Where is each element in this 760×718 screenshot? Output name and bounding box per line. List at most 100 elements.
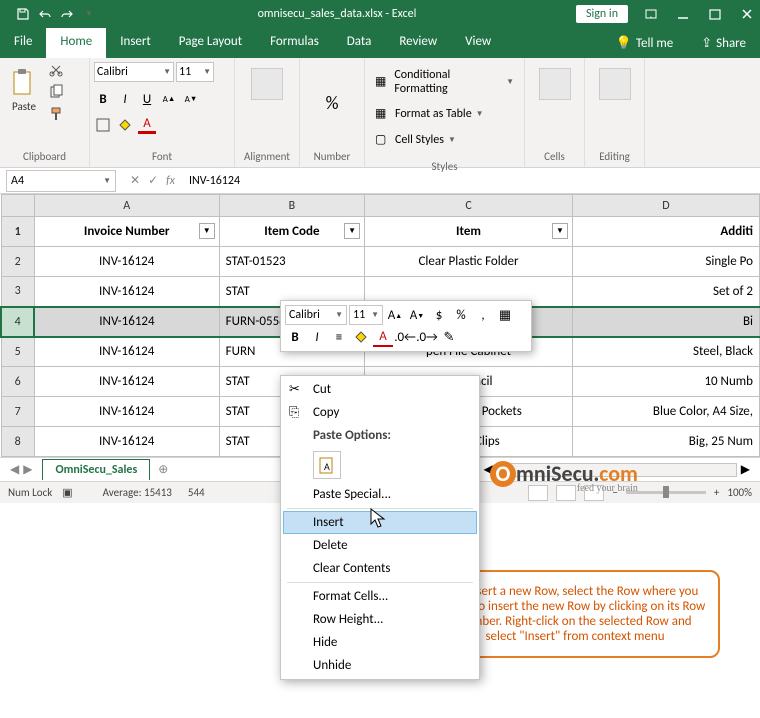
paste-option-button[interactable]: A	[313, 451, 341, 479]
cm-row-height[interactable]: Row Height...	[283, 608, 477, 631]
editing-icon[interactable]	[599, 68, 631, 100]
row-header-1[interactable]: 1	[1, 217, 34, 247]
tab-tell-me[interactable]: 💡Tell me	[602, 30, 688, 57]
maximize-icon[interactable]	[706, 5, 724, 23]
cell[interactable]: INV-16124	[34, 337, 219, 367]
row-header-selected[interactable]: 4	[1, 307, 34, 337]
fill-color-button[interactable]	[116, 116, 134, 134]
italic-button[interactable]: I	[116, 90, 134, 108]
header-cell[interactable]: Item Code▼	[219, 217, 364, 247]
mini-dec-decimal-icon[interactable]: .0→	[417, 327, 437, 347]
mini-inc-decimal-icon[interactable]: .0←	[395, 327, 415, 347]
row-header[interactable]: 3	[1, 277, 34, 307]
cm-delete[interactable]: Delete	[283, 534, 477, 557]
header-cell[interactable]: Item▼	[365, 217, 573, 247]
filter-arrow-icon[interactable]: ▼	[199, 223, 215, 239]
tab-formulas[interactable]: Formulas	[256, 28, 333, 58]
qat-customize-icon[interactable]: ▼	[80, 5, 98, 23]
mini-borders-icon[interactable]: ▦	[495, 305, 515, 325]
minimize-icon[interactable]	[674, 5, 692, 23]
mini-grow-font-icon[interactable]: A▲	[385, 305, 405, 325]
row-header[interactable]: 7	[1, 397, 34, 427]
cell[interactable]: Single Po	[572, 247, 759, 277]
cell[interactable]: Bi	[572, 307, 759, 337]
font-color-button[interactable]: A	[138, 116, 156, 134]
tab-page-layout[interactable]: Page Layout	[165, 28, 256, 58]
mini-align-center-icon[interactable]: ≡	[329, 327, 349, 347]
cell[interactable]: INV-16124	[34, 277, 219, 307]
signin-button[interactable]: Sign in	[576, 5, 628, 23]
fx-icon[interactable]: fx	[166, 174, 175, 188]
cancel-formula-icon[interactable]: ✕	[130, 173, 140, 188]
tab-share[interactable]: ⇪Share	[687, 30, 760, 57]
font-size-combo[interactable]: 11▼	[176, 62, 214, 82]
cm-insert[interactable]: Insert	[283, 511, 477, 534]
cell-styles-button[interactable]: ▢Cell Styles▼	[371, 130, 518, 150]
cell[interactable]: Steel, Black	[572, 337, 759, 367]
cell[interactable]: 10 Numb	[572, 367, 759, 397]
cell[interactable]: INV-16124	[34, 427, 219, 457]
tab-insert[interactable]: Insert	[106, 28, 165, 58]
mini-font-combo[interactable]: Calibri▼	[285, 305, 347, 325]
sheet-nav-next-icon[interactable]: ▶	[23, 462, 32, 477]
sheet-tab-active[interactable]: OmniSecu_Sales	[42, 459, 150, 480]
cell[interactable]: Big, 25 Num	[572, 427, 759, 457]
paste-button[interactable]: Paste	[4, 62, 44, 117]
column-header-a[interactable]: A	[34, 195, 219, 217]
sheet-nav-prev-icon[interactable]: ◀	[10, 462, 19, 477]
name-box[interactable]: A4▼	[6, 170, 116, 192]
enter-formula-icon[interactable]: ✓	[148, 173, 158, 188]
close-icon[interactable]	[738, 5, 756, 23]
formula-input[interactable]: INV-16124	[183, 174, 760, 188]
mini-format-painter-icon[interactable]: ✎	[439, 327, 459, 347]
cell[interactable]: INV-16124	[34, 367, 219, 397]
mini-shrink-font-icon[interactable]: A▼	[407, 305, 427, 325]
row-header[interactable]: 6	[1, 367, 34, 397]
row-header[interactable]: 8	[1, 427, 34, 457]
cell[interactable]: Clear Plastic Folder	[365, 247, 573, 277]
cm-copy[interactable]: ⎘Copy	[283, 401, 477, 424]
shrink-font-button[interactable]: A▼	[182, 90, 200, 108]
cell[interactable]: INV-16124	[34, 247, 219, 277]
conditional-formatting-button[interactable]: ▦Conditional Formatting▼	[371, 66, 518, 98]
cell[interactable]: INV-16124	[34, 397, 219, 427]
zoom-level[interactable]: 100%	[727, 486, 752, 499]
font-name-combo[interactable]: Calibri▼	[94, 62, 174, 82]
format-as-table-button[interactable]: ▦Format as Table▼	[371, 104, 518, 124]
cut-icon[interactable]	[48, 62, 64, 78]
format-painter-icon[interactable]	[48, 106, 64, 122]
header-cell[interactable]: Additi	[572, 217, 759, 247]
copy-icon[interactable]	[48, 84, 64, 100]
cm-clear-contents[interactable]: Clear Contents	[283, 557, 477, 580]
mini-fill-color-icon[interactable]	[351, 327, 371, 347]
header-cell[interactable]: Invoice Number▼	[34, 217, 219, 247]
column-header-c[interactable]: C	[365, 195, 573, 217]
cm-paste-special[interactable]: Paste Special...	[283, 483, 477, 506]
ribbon-options-icon[interactable]	[642, 5, 660, 23]
cm-format-cells[interactable]: Format Cells...	[283, 585, 477, 608]
tab-file[interactable]: File	[0, 28, 46, 58]
row-header[interactable]: 2	[1, 247, 34, 277]
zoom-slider[interactable]	[626, 491, 706, 494]
redo-icon[interactable]	[58, 5, 76, 23]
cm-unhide[interactable]: Unhide	[283, 654, 477, 677]
tab-data[interactable]: Data	[333, 28, 386, 58]
cell[interactable]: Set of 2	[572, 277, 759, 307]
zoom-in-icon[interactable]: +	[714, 486, 719, 499]
save-icon[interactable]	[14, 5, 32, 23]
mini-italic-button[interactable]: I	[307, 327, 327, 347]
cells-icon[interactable]	[539, 68, 571, 100]
mini-percent-icon[interactable]: %	[451, 305, 471, 325]
percent-icon[interactable]: %	[326, 92, 339, 114]
mini-font-color-icon[interactable]: A	[373, 327, 393, 347]
new-sheet-icon[interactable]: ⊕	[150, 462, 176, 477]
cell[interactable]: Blue Color, A4 Size,	[572, 397, 759, 427]
mini-bold-button[interactable]: B	[285, 327, 305, 347]
select-all-corner[interactable]	[1, 195, 34, 217]
bold-button[interactable]: B	[94, 90, 112, 108]
mini-size-combo[interactable]: 11▼	[349, 305, 383, 325]
tab-review[interactable]: Review	[385, 28, 451, 58]
alignment-icon[interactable]	[251, 68, 283, 100]
filter-arrow-icon[interactable]: ▼	[552, 223, 568, 239]
cm-cut[interactable]: ✂Cut	[283, 378, 477, 401]
